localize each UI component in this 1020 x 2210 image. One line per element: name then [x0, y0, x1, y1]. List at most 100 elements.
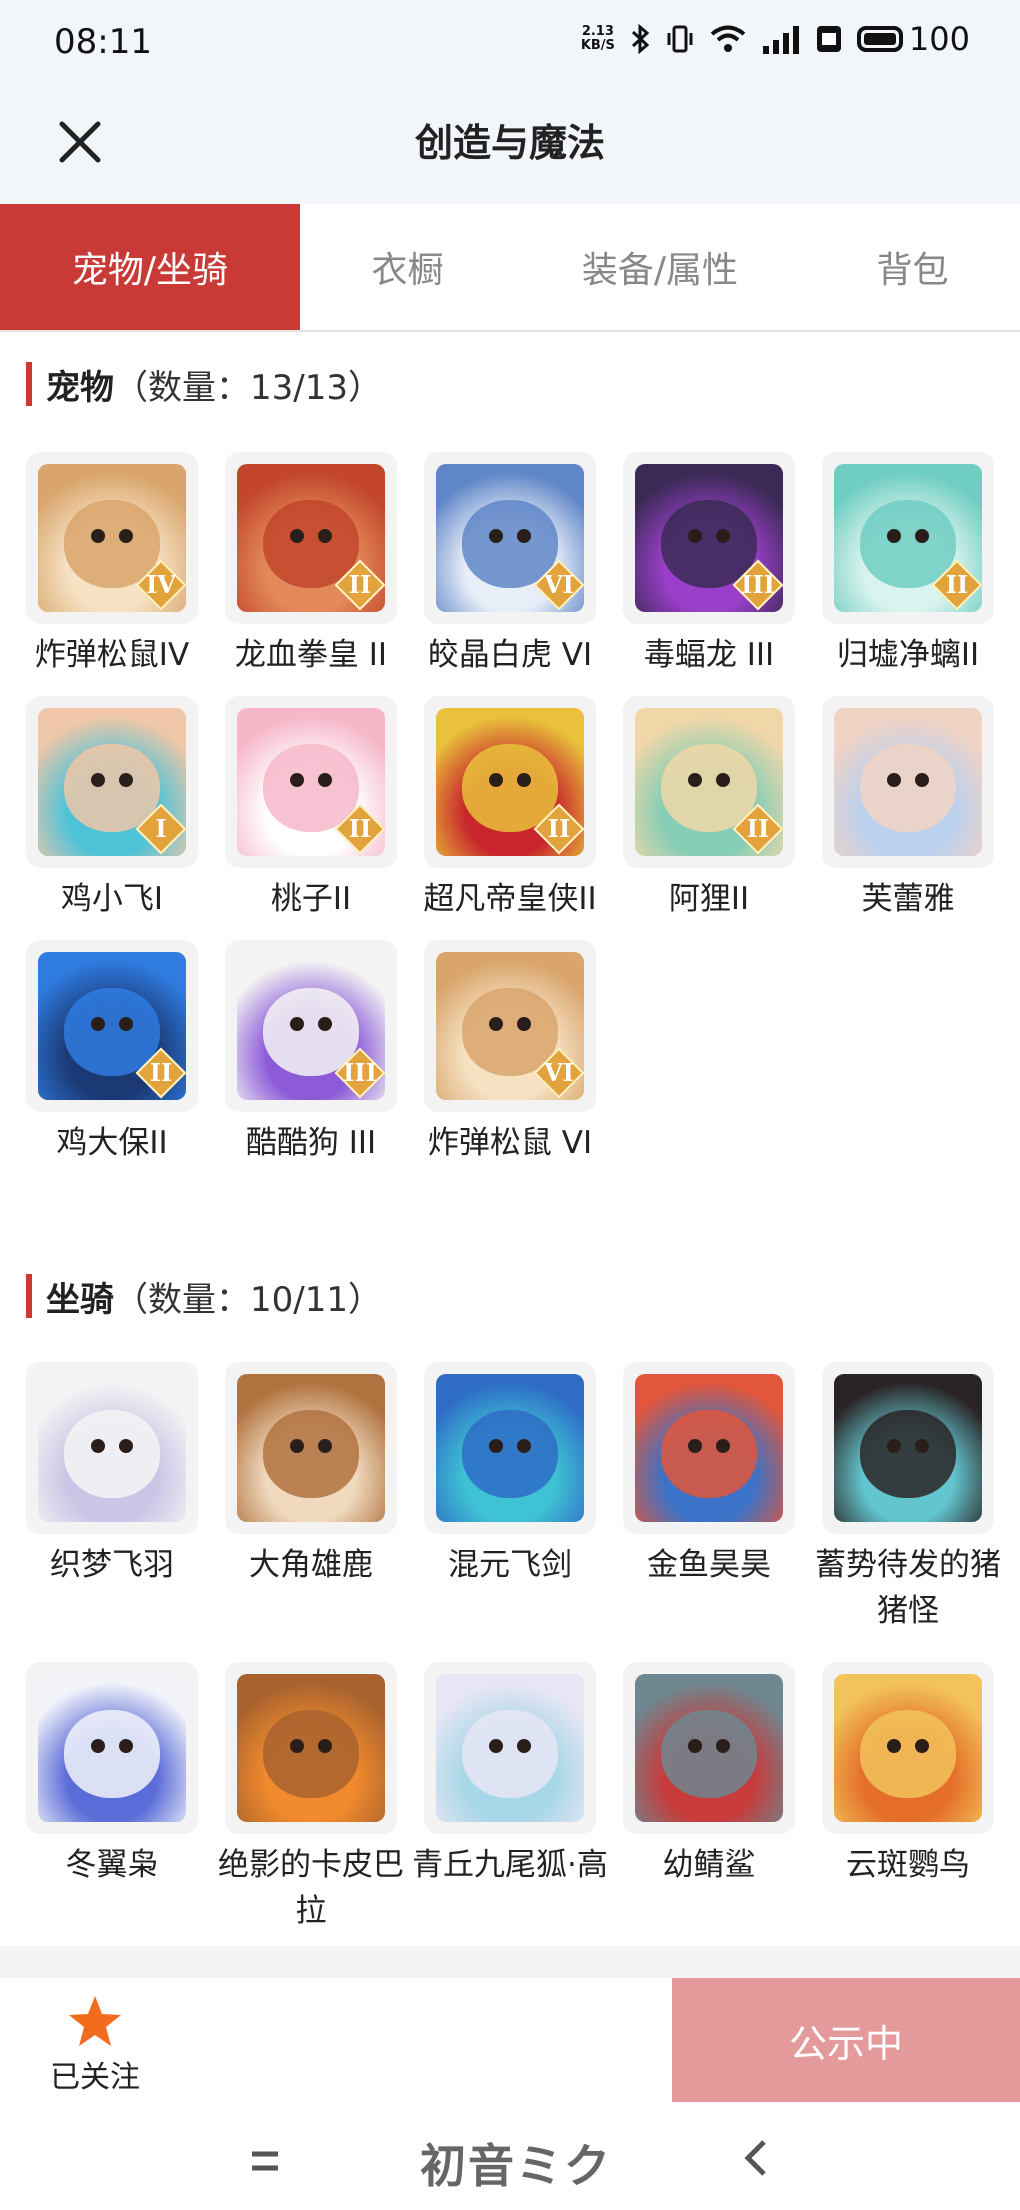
rank-badge: II	[135, 1047, 187, 1099]
rank-numeral: II	[348, 570, 372, 599]
sim-icon	[816, 26, 841, 52]
pet-thumbnail: II	[822, 452, 994, 624]
pet-thumbnail: III	[225, 940, 397, 1112]
page-title: 创造与魔法	[414, 121, 605, 165]
rank-badge: III	[732, 559, 784, 611]
network-speed-unit: KB/S	[580, 38, 615, 53]
tab-wardrobe[interactable]: 衣橱	[300, 204, 515, 330]
pet-item[interactable]: 芙蕾雅	[822, 696, 994, 922]
publicity-button[interactable]: 公示中	[672, 1978, 1020, 2102]
pet-thumbnail: II	[26, 940, 198, 1112]
page-header: 创造与魔法	[0, 86, 1020, 204]
menu-icon[interactable]	[250, 2146, 280, 2176]
pet-name: 鸡小飞I	[60, 881, 164, 917]
pets-section-title: 宠物	[46, 367, 114, 408]
mount-image	[237, 1674, 385, 1822]
pet-name: 炸弹松鼠IV	[34, 637, 190, 673]
battery-level: 100	[908, 20, 970, 58]
battery-icon	[856, 26, 903, 52]
rank-badge: II	[732, 803, 784, 855]
pet-thumbnail: VI	[424, 940, 596, 1112]
back-icon[interactable]	[740, 2138, 770, 2178]
pet-item[interactable]: VI 炸弹松鼠 VI	[424, 940, 596, 1166]
bottom-action-bar: 已关注 公示中	[0, 1978, 1020, 2108]
mount-thumbnail	[822, 1662, 994, 1834]
mount-name: 云斑鹦鸟	[846, 1847, 970, 1883]
mount-image	[237, 1374, 385, 1522]
tab-backpack[interactable]: 背包	[805, 204, 1020, 330]
mount-name: 织梦飞羽	[50, 1547, 174, 1583]
mount-name: 幼鲭鲨	[662, 1847, 756, 1883]
rank-numeral: III	[343, 1058, 377, 1087]
pet-name: 酷酷狗 III	[245, 1125, 377, 1161]
star-icon	[69, 1996, 121, 2046]
pet-item[interactable]: II 龙血拳皇 II	[225, 452, 397, 678]
mount-image	[38, 1674, 186, 1822]
pet-name: 炸弹松鼠 VI	[427, 1125, 593, 1161]
mount-item[interactable]: 冬翼枭	[26, 1662, 198, 1888]
tab-pets-mounts[interactable]: 宠物/坐骑	[0, 204, 300, 330]
mount-item[interactable]: 混元飞剑	[424, 1362, 596, 1588]
mount-thumbnail	[623, 1662, 795, 1834]
pet-item[interactable]: IV 炸弹松鼠IV	[26, 452, 198, 678]
tab-equipment[interactable]: 装备/属性	[515, 204, 805, 330]
rank-numeral: II	[945, 570, 969, 599]
follow-button[interactable]: 已关注	[40, 1994, 150, 2096]
pet-item[interactable]: I 鸡小飞I	[26, 696, 198, 922]
mounts-section-header: 坐骑 （数量：10/11）	[26, 1272, 382, 1320]
mount-image	[436, 1674, 584, 1822]
section-marker	[26, 362, 32, 406]
pet-item[interactable]: II 鸡大保II	[26, 940, 198, 1166]
tab-bar: 宠物/坐骑 衣橱 装备/属性 背包	[0, 204, 1020, 332]
pet-item[interactable]: II 阿狸II	[623, 696, 795, 922]
pet-item[interactable]: III 酷酷狗 III	[225, 940, 397, 1166]
mount-item[interactable]: 金鱼昊昊	[623, 1362, 795, 1588]
rank-numeral: II	[348, 814, 372, 843]
mount-item[interactable]: 幼鲭鲨	[623, 1662, 795, 1888]
mount-thumbnail	[424, 1362, 596, 1534]
mount-item[interactable]: 绝影的卡皮巴拉	[218, 1662, 404, 1934]
section-marker	[26, 1274, 32, 1318]
pet-name: 超凡帝皇侠II	[423, 881, 597, 917]
mount-item[interactable]: 青丘九尾狐·高	[412, 1662, 608, 1888]
mount-thumbnail	[822, 1362, 994, 1534]
mount-image	[436, 1374, 584, 1522]
pet-name: 芙蕾雅	[861, 881, 955, 917]
mount-thumbnail	[225, 1362, 397, 1534]
mount-item[interactable]: 大角雄鹿	[225, 1362, 397, 1588]
pet-name: 毒蝠龙 III	[643, 637, 775, 673]
rank-numeral: II	[746, 814, 770, 843]
mount-name: 青丘九尾狐·高	[412, 1847, 608, 1883]
pet-image	[834, 708, 982, 856]
mounts-section-title: 坐骑	[46, 1279, 114, 1320]
network-speed: 2.13 KB/S	[581, 25, 615, 53]
rank-badge: II	[533, 803, 585, 855]
home-logo[interactable]: 初音ミク	[420, 2130, 612, 2196]
pet-name: 桃子II	[270, 881, 352, 917]
rank-badge: I	[135, 803, 187, 855]
mount-image	[635, 1674, 783, 1822]
mount-image	[834, 1674, 982, 1822]
mount-image	[38, 1374, 186, 1522]
mounts-section-count: （数量：10/11）	[114, 1279, 382, 1320]
pet-item[interactable]: VI 皎晶白虎 VI	[424, 452, 596, 678]
mount-thumbnail	[26, 1662, 198, 1834]
status-bar: 08:11 2.13 KB/S 100	[0, 0, 1020, 86]
pet-item[interactable]: II 桃子II	[225, 696, 397, 922]
pet-thumbnail: II	[424, 696, 596, 868]
pet-item[interactable]: II 超凡帝皇侠II	[423, 696, 597, 922]
rank-numeral: III	[741, 570, 775, 599]
mount-item[interactable]: 云斑鹦鸟	[822, 1662, 994, 1888]
network-speed-value: 2.13	[581, 24, 614, 39]
pet-item[interactable]: III 毒蝠龙 III	[623, 452, 795, 678]
status-time: 08:11	[54, 22, 152, 62]
mount-name: 金鱼昊昊	[647, 1547, 771, 1583]
pet-thumbnail: III	[623, 452, 795, 624]
follow-label: 已关注	[50, 2060, 140, 2095]
rank-numeral: VI	[544, 570, 574, 599]
pet-item[interactable]: II 归墟净螭II	[822, 452, 994, 678]
mount-item[interactable]: 蓄势待发的猪猪怪	[815, 1362, 1001, 1634]
mount-item[interactable]: 织梦飞羽	[26, 1362, 198, 1588]
rank-badge: II	[334, 559, 386, 611]
rank-numeral: VI	[544, 1058, 574, 1087]
